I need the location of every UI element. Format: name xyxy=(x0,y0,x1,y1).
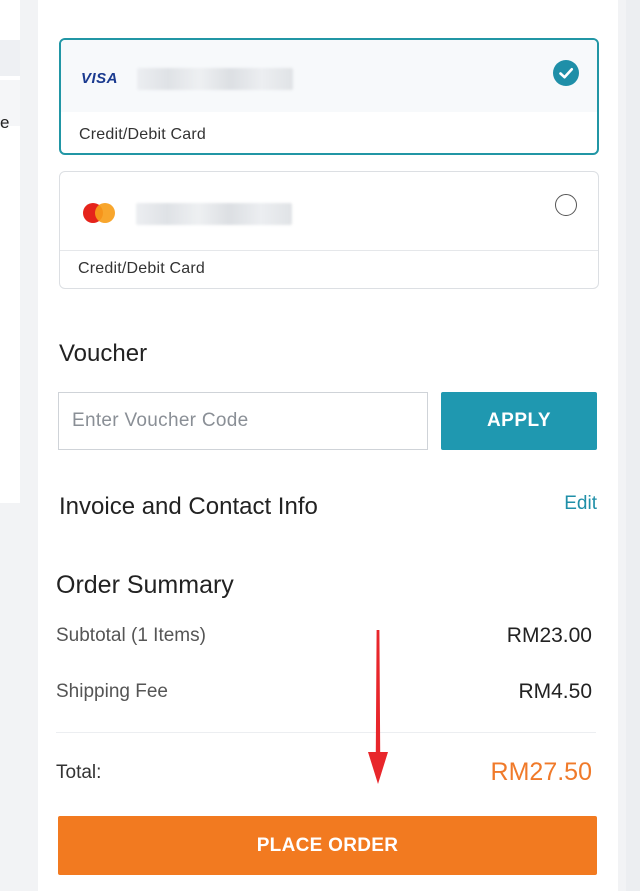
payment-option-label: Credit/Debit Card xyxy=(78,260,206,277)
total-row: Total: RM27.50 xyxy=(56,758,592,787)
voucher-title: Voucher xyxy=(59,340,148,367)
invoice-contact-title: Invoice and Contact Info xyxy=(59,493,318,520)
total-value: RM27.50 xyxy=(490,758,592,786)
payment-option-header xyxy=(60,172,598,251)
shipping-row: Shipping Fee RM4.50 xyxy=(56,680,592,704)
masked-card-number xyxy=(137,68,293,90)
shipping-value: RM4.50 xyxy=(518,680,592,703)
payment-option-header: VISA xyxy=(61,40,597,112)
mastercard-logo xyxy=(83,203,117,223)
place-order-button[interactable]: PLACE ORDER xyxy=(58,816,597,875)
subtotal-label: Subtotal (1 Items) xyxy=(56,625,206,646)
summary-divider xyxy=(56,732,596,733)
background-panel-tab xyxy=(0,40,20,76)
subtotal-value: RM23.00 xyxy=(506,624,592,647)
masked-card-number xyxy=(136,203,292,225)
visa-logo: VISA xyxy=(81,70,119,87)
checkout-card: VISA Credit/Debit Card Credit/Debit Card… xyxy=(38,0,618,891)
payment-option-label: Credit/Debit Card xyxy=(79,126,207,143)
subtotal-row: Subtotal (1 Items) RM23.00 xyxy=(56,624,592,648)
red-arrow-down-icon xyxy=(368,630,388,784)
right-scroll-area xyxy=(626,0,640,891)
radio-unchecked-icon[interactable] xyxy=(555,194,577,216)
total-label: Total: xyxy=(56,761,102,783)
order-summary-title: Order Summary xyxy=(56,571,234,599)
voucher-code-input[interactable] xyxy=(58,392,428,450)
shipping-label: Shipping Fee xyxy=(56,681,168,702)
check-circle-icon[interactable] xyxy=(553,60,579,86)
background-panel-text: e xyxy=(0,113,10,132)
payment-option-visa[interactable]: VISA Credit/Debit Card xyxy=(59,38,599,155)
edit-invoice-link[interactable]: Edit xyxy=(564,493,597,515)
apply-voucher-button[interactable]: APPLY xyxy=(441,392,597,450)
background-panel: e xyxy=(0,0,20,503)
payment-option-mastercard[interactable]: Credit/Debit Card xyxy=(59,171,599,289)
